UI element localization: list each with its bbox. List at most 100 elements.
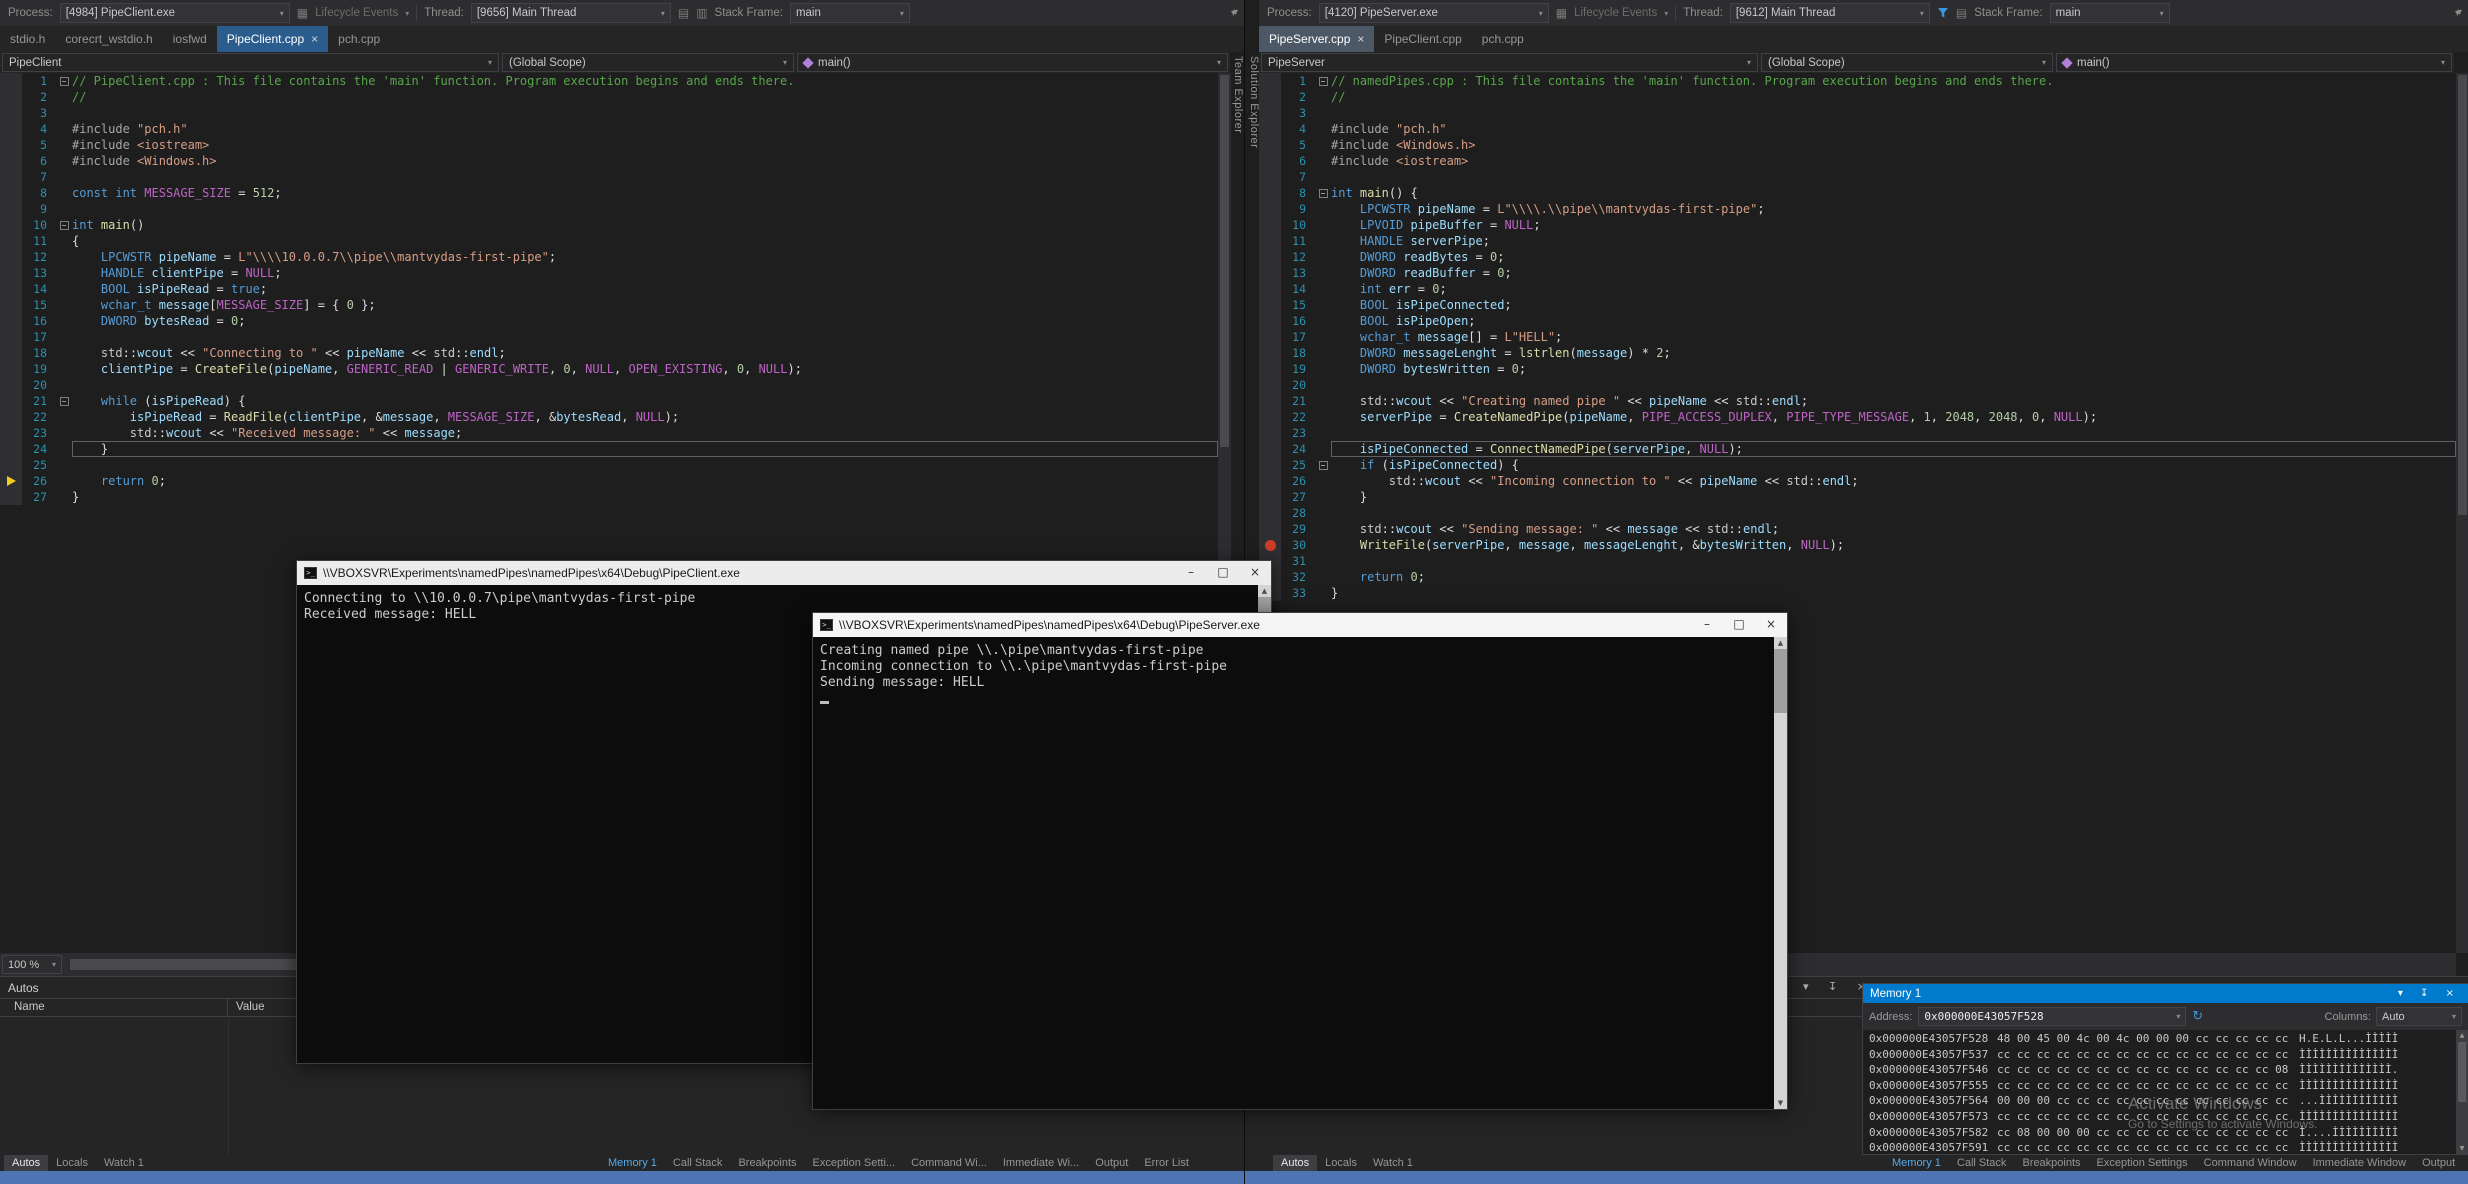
- fold-margin[interactable]: [1315, 345, 1331, 361]
- code-line[interactable]: 2//: [1259, 89, 2456, 105]
- fold-margin[interactable]: [1315, 521, 1331, 537]
- breakpoint-icon[interactable]: [1265, 540, 1276, 551]
- breakpoint-margin[interactable]: [1259, 217, 1281, 233]
- code-line[interactable]: 32 return 0;: [1259, 569, 2456, 585]
- fold-margin[interactable]: [1315, 153, 1331, 169]
- fold-margin[interactable]: [56, 377, 72, 393]
- scroll-down-icon[interactable]: ▼: [1774, 1097, 1787, 1109]
- flag-threads-icon[interactable]: ▤: [1956, 6, 1967, 20]
- breakpoint-margin[interactable]: [1259, 409, 1281, 425]
- breakpoint-margin[interactable]: [0, 217, 22, 233]
- tool-tab-output[interactable]: Output: [2414, 1155, 2463, 1171]
- code-line[interactable]: 22 isPipeRead = ReadFile(clientPipe, &me…: [0, 409, 1218, 425]
- fold-margin[interactable]: −: [56, 393, 72, 409]
- close-icon[interactable]: ×: [1239, 561, 1271, 585]
- breakpoint-margin[interactable]: [1259, 153, 1281, 169]
- tool-tab-breakpoints[interactable]: Breakpoints: [730, 1155, 804, 1171]
- fold-margin[interactable]: [1315, 377, 1331, 393]
- member-dropdown[interactable]: main() ▾: [2056, 53, 2452, 72]
- flag-threads-icon[interactable]: ▤: [678, 6, 689, 20]
- tool-tab-immediate-window[interactable]: Immediate Window: [2305, 1155, 2415, 1171]
- fold-margin[interactable]: [56, 185, 72, 201]
- code-line[interactable]: 14 BOOL isPipeRead = true;: [0, 281, 1218, 297]
- tool-tab-memory-1[interactable]: Memory 1: [1884, 1155, 1949, 1171]
- code-line[interactable]: 28: [1259, 505, 2456, 521]
- code-line[interactable]: 26 std::wcout << "Incoming connection to…: [1259, 473, 2456, 489]
- memory-row[interactable]: 0x000000E43057F555cc cc cc cc cc cc cc c…: [1869, 1078, 2456, 1094]
- tool-tab-autos[interactable]: Autos: [4, 1155, 48, 1171]
- code-line[interactable]: 3: [0, 105, 1218, 121]
- document-tab-stdio-h[interactable]: stdio.h: [0, 26, 55, 52]
- fold-margin[interactable]: [1315, 137, 1331, 153]
- close-icon[interactable]: ×: [1755, 613, 1787, 637]
- fold-margin[interactable]: [1315, 537, 1331, 553]
- code-line[interactable]: 10−int main(): [0, 217, 1218, 233]
- tool-tab-call-stack[interactable]: Call Stack: [665, 1155, 731, 1171]
- breakpoint-margin[interactable]: [1259, 505, 1281, 521]
- thread-dropdown[interactable]: [9656] Main Thread ▾: [471, 3, 671, 23]
- breakpoint-margin[interactable]: [1259, 329, 1281, 345]
- breakpoint-margin[interactable]: [0, 361, 22, 377]
- breakpoint-margin[interactable]: [0, 489, 22, 505]
- scrollbar-thumb[interactable]: [2458, 1042, 2466, 1102]
- code-line[interactable]: 3: [1259, 105, 2456, 121]
- memory-row[interactable]: 0x000000E43057F582cc 08 00 00 00 cc cc c…: [1869, 1125, 2456, 1141]
- fold-margin[interactable]: [56, 137, 72, 153]
- breakpoint-margin[interactable]: [1259, 201, 1281, 217]
- code-line[interactable]: 1−// namedPipes.cpp : This file contains…: [1259, 73, 2456, 89]
- fold-margin[interactable]: [1315, 281, 1331, 297]
- breakpoint-margin[interactable]: [1259, 521, 1281, 537]
- console-scrollbar[interactable]: ▲ ▼: [1774, 637, 1787, 1109]
- refresh-icon[interactable]: ↻: [2192, 1009, 2203, 1024]
- code-line[interactable]: 14 int err = 0;: [1259, 281, 2456, 297]
- lifecycle-events-label[interactable]: Lifecycle Events: [1574, 7, 1657, 19]
- fold-margin[interactable]: [56, 329, 72, 345]
- code-line[interactable]: 7: [1259, 169, 2456, 185]
- breakpoint-margin[interactable]: [1259, 313, 1281, 329]
- code-line[interactable]: 20: [1259, 377, 2456, 393]
- fold-margin[interactable]: [1315, 393, 1331, 409]
- fold-margin[interactable]: −: [1315, 73, 1331, 89]
- fold-margin[interactable]: [56, 169, 72, 185]
- process-dropdown[interactable]: [4984] PipeClient.exe ▾: [60, 3, 290, 23]
- memory-row[interactable]: 0x000000E43057F573cc cc cc cc cc cc cc c…: [1869, 1109, 2456, 1125]
- breakpoint-margin[interactable]: [0, 393, 22, 409]
- code-line[interactable]: 6#include <Windows.h>: [0, 153, 1218, 169]
- fold-margin[interactable]: −: [56, 217, 72, 233]
- breakpoint-margin[interactable]: [1259, 473, 1281, 489]
- code-line[interactable]: 17: [0, 329, 1218, 345]
- member-dropdown[interactable]: main() ▾: [797, 53, 1228, 72]
- code-line[interactable]: 8const int MESSAGE_SIZE = 512;: [0, 185, 1218, 201]
- breakpoint-margin[interactable]: [0, 409, 22, 425]
- fold-margin[interactable]: [1315, 265, 1331, 281]
- fold-margin[interactable]: [56, 89, 72, 105]
- breakpoint-margin[interactable]: [0, 89, 22, 105]
- code-line[interactable]: 22 serverPipe = CreateNamedPipe(pipeName…: [1259, 409, 2456, 425]
- fold-margin[interactable]: [56, 153, 72, 169]
- fold-margin[interactable]: [1315, 297, 1331, 313]
- document-tab-pipeclient-cpp[interactable]: PipeClient.cpp: [1374, 26, 1471, 52]
- fold-margin[interactable]: [56, 345, 72, 361]
- fold-margin[interactable]: −: [1315, 185, 1331, 201]
- filter-funnel-icon[interactable]: [1937, 7, 1949, 19]
- code-line[interactable]: 2//: [0, 89, 1218, 105]
- breakpoint-margin[interactable]: [0, 473, 22, 489]
- sidebar-tab-solution-explorer[interactable]: Solution Explorer: [1246, 56, 1260, 148]
- document-tab-pch-cpp[interactable]: pch.cpp: [1472, 26, 1534, 52]
- scrollbar-thumb[interactable]: [1774, 649, 1787, 713]
- breakpoint-margin[interactable]: [0, 457, 22, 473]
- scope-dropdown[interactable]: (Global Scope) ▾: [502, 53, 794, 72]
- code-line[interactable]: 31: [1259, 553, 2456, 569]
- column-header-name[interactable]: Name: [0, 999, 228, 1016]
- fold-margin[interactable]: [1315, 505, 1331, 521]
- scope-dropdown[interactable]: (Global Scope) ▾: [1761, 53, 2053, 72]
- fold-collapse-icon[interactable]: −: [60, 77, 69, 86]
- fold-margin[interactable]: [56, 361, 72, 377]
- breakpoint-margin[interactable]: [1259, 265, 1281, 281]
- code-line[interactable]: 9 LPCWSTR pipeName = L"\\\\.\\pipe\\mant…: [1259, 201, 2456, 217]
- editor-vertical-scrollbar[interactable]: [2456, 73, 2468, 953]
- memory-row[interactable]: 0x000000E43057F56400 00 00 cc cc cc cc c…: [1869, 1093, 2456, 1109]
- console-title-bar[interactable]: >_ \\VBOXSVR\Experiments\namedPipes\name…: [297, 561, 1271, 585]
- code-line[interactable]: 4#include "pch.h": [0, 121, 1218, 137]
- breakpoint-margin[interactable]: [0, 425, 22, 441]
